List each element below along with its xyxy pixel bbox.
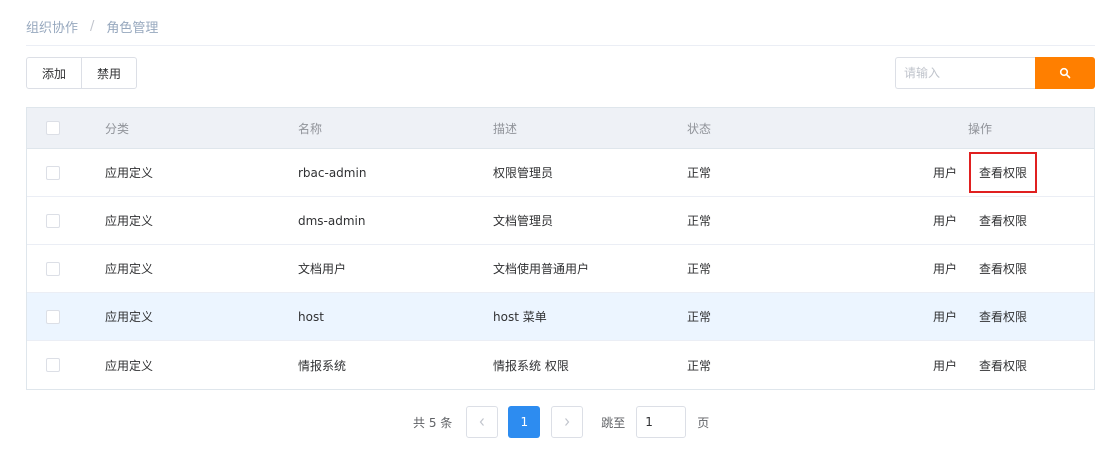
next-page-button[interactable] (551, 406, 584, 438)
row-status: 正常 (687, 214, 712, 228)
row-name: 情报系统 (298, 358, 347, 373)
row-checkbox[interactable] (46, 358, 60, 372)
column-header-actions: 操作 (968, 121, 993, 136)
row-description: 情报系统 权限 (493, 358, 569, 373)
page-suffix-label: 页 (697, 415, 710, 430)
chevron-right-icon (565, 418, 570, 426)
row-description: 权限管理员 (493, 166, 554, 180)
row-checkbox[interactable] (46, 309, 60, 324)
row-checkbox[interactable] (46, 165, 60, 180)
table-row: 应用定义 dms-admin 文档管理员 正常 用户 查看权限 (27, 197, 1094, 245)
view-permissions-link[interactable]: 查看权限 (979, 306, 1027, 327)
jump-label: 跳至 (601, 415, 626, 430)
table-row: 应用定义 情报系统 情报系统 权限 正常 用户 查看权限 (27, 341, 1094, 389)
column-header-name: 名称 (298, 121, 323, 136)
row-status: 正常 (687, 262, 712, 276)
row-category: 应用定义 (105, 358, 154, 373)
search-input[interactable] (895, 57, 1035, 89)
column-header-description: 描述 (493, 121, 518, 136)
view-permissions-link[interactable]: 查看权限 (968, 152, 1038, 193)
row-checkbox[interactable] (46, 213, 60, 228)
breadcrumb-separator: / (90, 18, 95, 34)
table-header: 分类 名称 描述 状态 操作 (27, 108, 1094, 149)
user-link[interactable]: 用户 (933, 149, 957, 196)
row-description: 文档使用普通用户 (493, 262, 590, 276)
table-row: 应用定义 host host 菜单 正常 用户 查看权限 (27, 293, 1094, 341)
row-status: 正常 (687, 310, 712, 324)
user-link[interactable]: 用户 (933, 293, 957, 340)
row-description: 文档管理员 (493, 214, 554, 228)
search-button[interactable] (1035, 57, 1095, 89)
row-name: rbac-admin (298, 165, 367, 180)
table-row: 应用定义 rbac-admin 权限管理员 正常 用户 查看权限 (27, 149, 1094, 197)
row-description: host 菜单 (493, 310, 547, 324)
table-row: 应用定义 文档用户 文档使用普通用户 正常 用户 查看权限 (27, 245, 1094, 293)
view-permissions-link[interactable]: 查看权限 (979, 210, 1027, 231)
disable-button[interactable]: 禁用 (81, 57, 138, 89)
row-name: 文档用户 (298, 262, 347, 276)
user-link[interactable]: 用户 (933, 341, 957, 389)
breadcrumb: 组织协作 / 角色管理 (26, 16, 158, 36)
prev-page-button[interactable] (466, 406, 499, 438)
total-count: 共 5 条 (413, 415, 453, 430)
breadcrumb-parent[interactable]: 组织协作 (26, 17, 78, 36)
roles-table: 分类 名称 描述 状态 操作 应用定义 rbac-admin 权限管理员 正常 … (26, 107, 1095, 390)
jump-page-input[interactable] (636, 406, 687, 438)
view-permissions-link[interactable]: 查看权限 (979, 258, 1027, 279)
toolbar: 添加 禁用 (26, 57, 138, 89)
row-category: 应用定义 (105, 214, 154, 228)
select-all-checkbox[interactable] (46, 121, 60, 135)
search-bar (895, 57, 1095, 89)
row-category: 应用定义 (105, 166, 154, 180)
row-category: 应用定义 (105, 262, 154, 276)
row-category: 应用定义 (105, 310, 154, 324)
search-icon (1059, 67, 1071, 79)
pagination: 共 5 条 1 跳至 页 (413, 406, 709, 438)
page-number-current[interactable]: 1 (508, 406, 541, 438)
header-divider (26, 45, 1095, 46)
breadcrumb-current: 角色管理 (106, 20, 159, 36)
user-link[interactable]: 用户 (933, 197, 957, 244)
add-button[interactable]: 添加 (26, 57, 83, 89)
row-status: 正常 (687, 166, 712, 180)
chevron-left-icon (479, 418, 485, 426)
row-checkbox[interactable] (46, 261, 60, 276)
row-name: host (298, 309, 324, 324)
column-header-status: 状态 (687, 121, 712, 136)
row-status: 正常 (687, 358, 712, 373)
user-link[interactable]: 用户 (933, 245, 957, 292)
view-permissions-link[interactable]: 查看权限 (979, 355, 1027, 376)
row-name: dms-admin (298, 213, 366, 228)
column-header-category: 分类 (105, 121, 130, 136)
